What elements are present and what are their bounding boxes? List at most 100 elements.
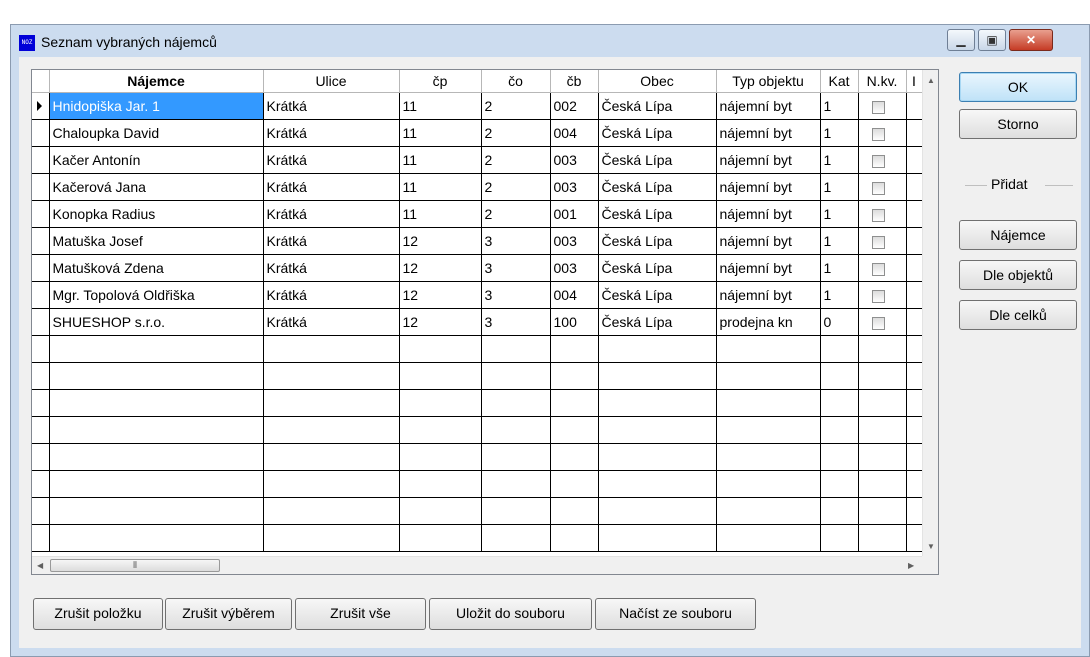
cell-cp[interactable]: 11 — [399, 92, 482, 120]
cancel-button[interactable]: Storno — [959, 109, 1077, 139]
nkv-checkbox[interactable] — [871, 100, 885, 114]
empty-cell[interactable] — [820, 443, 859, 471]
row-indicator[interactable] — [32, 281, 50, 309]
empty-cell[interactable] — [49, 416, 264, 444]
cell-type[interactable]: nájemní byt — [716, 254, 821, 282]
empty-row[interactable] — [32, 443, 923, 471]
empty-cell[interactable] — [550, 362, 599, 390]
cell-city[interactable]: Česká Lípa — [598, 173, 717, 201]
empty-cell[interactable] — [550, 524, 599, 552]
cell-name[interactable]: Konopka Radius — [49, 200, 264, 228]
cell-city[interactable]: Česká Lípa — [598, 92, 717, 120]
ok-button[interactable]: OK — [959, 72, 1077, 102]
cell-street[interactable]: Krátká — [263, 281, 400, 309]
column-header-ulice[interactable]: Ulice — [263, 70, 400, 93]
empty-cell[interactable] — [716, 416, 821, 444]
cell-co[interactable]: 2 — [481, 119, 551, 147]
empty-cell[interactable] — [716, 470, 821, 498]
empty-cell[interactable] — [263, 362, 400, 390]
cell-city[interactable]: Česká Lípa — [598, 119, 717, 147]
scroll-up-icon[interactable]: ▲ — [927, 76, 935, 85]
nkv-checkbox[interactable] — [871, 181, 885, 195]
vertical-scrollbar[interactable]: ▲ ▼ — [922, 70, 938, 556]
empty-cell[interactable] — [820, 416, 859, 444]
cell-street[interactable]: Krátká — [263, 119, 400, 147]
empty-cell[interactable] — [716, 443, 821, 471]
nkv-checkbox[interactable] — [871, 235, 885, 249]
empty-cell[interactable] — [906, 335, 923, 363]
horizontal-scroll-thumb[interactable]: ⫴ — [50, 559, 220, 572]
table-row[interactable]: Matušková Zdena Krátká 12 3 003 Česká Lípa náj… — [32, 254, 923, 282]
tenant-grid[interactable]: Nájemce Ulice čp čo čb Obec Typ objektu … — [31, 69, 939, 575]
cell-cp[interactable]: 12 — [399, 227, 482, 255]
cell-kat[interactable]: 1 — [820, 281, 859, 309]
cell-type[interactable]: nájemní byt — [716, 119, 821, 147]
cell-co[interactable]: 3 — [481, 281, 551, 309]
empty-cell[interactable] — [550, 443, 599, 471]
empty-cell[interactable] — [598, 335, 717, 363]
load-from-file-button[interactable]: Načíst ze souboru — [595, 598, 756, 630]
cell-kat[interactable]: 1 — [820, 200, 859, 228]
table-row[interactable]: Kačer Antonín Krátká 11 2 003 Česká Lípa nájem… — [32, 146, 923, 174]
empty-cell[interactable] — [263, 443, 400, 471]
column-header-obec[interactable]: Obec — [598, 70, 717, 93]
cell-co[interactable]: 3 — [481, 254, 551, 282]
empty-cell[interactable] — [820, 497, 859, 525]
cell-co[interactable]: 3 — [481, 308, 551, 336]
empty-cell[interactable] — [820, 335, 859, 363]
empty-cell[interactable] — [858, 335, 907, 363]
cell-city[interactable]: Česká Lípa — [598, 308, 717, 336]
empty-cell[interactable] — [399, 524, 482, 552]
cell-cp[interactable]: 12 — [399, 281, 482, 309]
cell-name[interactable]: Matušková Zdena — [49, 254, 264, 282]
empty-cell[interactable] — [858, 497, 907, 525]
row-indicator[interactable] — [32, 308, 50, 336]
empty-cell[interactable] — [32, 335, 50, 363]
cell-cb[interactable]: 004 — [550, 119, 599, 147]
empty-cell[interactable] — [399, 470, 482, 498]
empty-cell[interactable] — [550, 335, 599, 363]
empty-cell[interactable] — [858, 524, 907, 552]
cell-type[interactable]: nájemní byt — [716, 146, 821, 174]
row-indicator[interactable] — [32, 146, 50, 174]
add-by-units-button[interactable]: Dle celků — [959, 300, 1077, 330]
empty-cell[interactable] — [32, 389, 50, 417]
empty-cell[interactable] — [906, 362, 923, 390]
empty-cell[interactable] — [481, 335, 551, 363]
empty-cell[interactable] — [598, 389, 717, 417]
empty-cell[interactable] — [906, 470, 923, 498]
cell-kat[interactable]: 1 — [820, 119, 859, 147]
cell-cp[interactable]: 12 — [399, 254, 482, 282]
empty-cell[interactable] — [481, 362, 551, 390]
cell-city[interactable]: Česká Lípa — [598, 146, 717, 174]
column-header-nkv[interactable]: N.kv. — [858, 70, 907, 93]
cell-cp[interactable]: 12 — [399, 308, 482, 336]
cell-cb[interactable]: 100 — [550, 308, 599, 336]
cell-co[interactable]: 2 — [481, 200, 551, 228]
cell-name[interactable]: Kačer Antonín — [49, 146, 264, 174]
table-row[interactable]: Chaloupka David Krátká 11 2 004 Česká Lípa náj… — [32, 119, 923, 147]
row-indicator[interactable] — [32, 200, 50, 228]
empty-cell[interactable] — [716, 524, 821, 552]
empty-cell[interactable] — [858, 389, 907, 417]
row-indicator[interactable] — [32, 119, 50, 147]
horizontal-scrollbar[interactable]: ◀ ⫴ ▶ — [32, 556, 922, 574]
add-tenant-button[interactable]: Nájemce — [959, 220, 1077, 250]
empty-cell[interactable] — [399, 389, 482, 417]
empty-cell[interactable] — [820, 362, 859, 390]
empty-cell[interactable] — [263, 470, 400, 498]
empty-cell[interactable] — [32, 470, 50, 498]
cell-cb[interactable]: 003 — [550, 173, 599, 201]
empty-cell[interactable] — [906, 497, 923, 525]
remove-all-button[interactable]: Zrušit vše — [295, 598, 426, 630]
empty-row[interactable] — [32, 416, 923, 444]
empty-cell[interactable] — [481, 416, 551, 444]
close-button[interactable]: ✕ — [1009, 29, 1053, 51]
cell-cp[interactable]: 11 — [399, 146, 482, 174]
column-header-najemce[interactable]: Nájemce — [49, 70, 264, 93]
cell-type[interactable]: nájemní byt — [716, 173, 821, 201]
empty-cell[interactable] — [906, 416, 923, 444]
cell-street[interactable]: Krátká — [263, 227, 400, 255]
empty-cell[interactable] — [49, 524, 264, 552]
empty-cell[interactable] — [906, 443, 923, 471]
